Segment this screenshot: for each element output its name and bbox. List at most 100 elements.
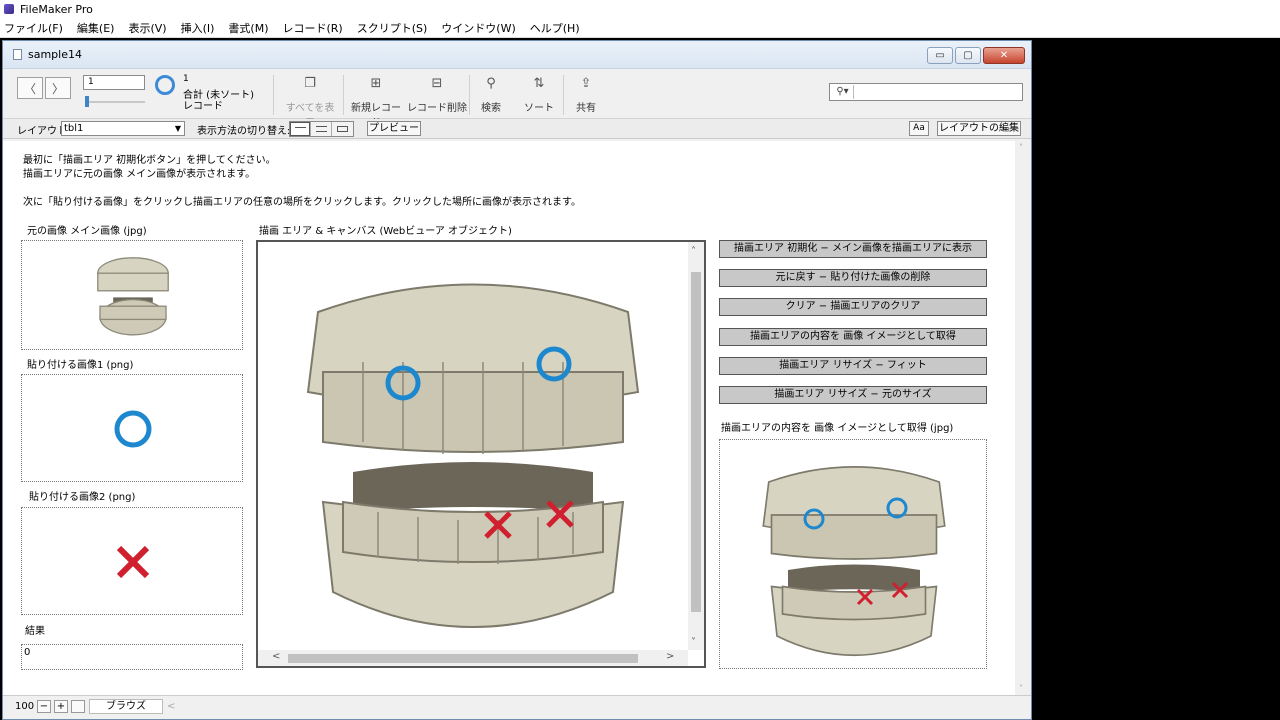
layout-content: 最初に「描画エリア 初期化ボタン」を押してください。 描画エリアに元の画像 メイ…: [3, 141, 1031, 695]
layout-vertical-scrollbar[interactable]: ˄ ˅: [1015, 141, 1031, 695]
capture-image-button[interactable]: 描画エリアの内容を 画像 イメージとして取得: [719, 328, 987, 346]
minimize-button[interactable]: ▭: [927, 47, 953, 64]
menu-format[interactable]: 書式(M): [228, 20, 268, 36]
scroll-down-icon[interactable]: ˅: [1019, 684, 1023, 693]
scroll-right-icon[interactable]: >: [666, 651, 674, 662]
zoom-in-button[interactable]: +: [54, 700, 68, 713]
view-as-list-button[interactable]: [311, 122, 332, 136]
original-image-field[interactable]: [21, 240, 243, 350]
scroll-left-icon[interactable]: <: [272, 651, 280, 662]
sort-icon: ⇅: [533, 76, 545, 91]
sort-button[interactable]: ⇅ ソート: [519, 71, 559, 115]
magnifier-icon: ⚲: [486, 76, 496, 91]
captured-teeth-image: [762, 466, 946, 656]
share-button[interactable]: ⇪ 共有: [569, 71, 603, 115]
menu-help[interactable]: ヘルプ(H): [530, 20, 580, 36]
close-button[interactable]: ✕: [983, 47, 1025, 64]
undo-paste-button[interactable]: 元に戻す − 貼り付けた画像の削除: [719, 269, 987, 287]
formatting-bar-button[interactable]: Aa: [909, 121, 929, 136]
menu-insert[interactable]: 挿入(I): [181, 20, 215, 36]
menu-file[interactable]: ファイル(F): [4, 20, 63, 36]
menu-edit[interactable]: 編集(E): [77, 20, 115, 36]
canvas-vertical-scrollbar[interactable]: ˄ ˅: [688, 242, 704, 650]
window-controls: ▭ ▢ ✕: [927, 47, 1025, 64]
captured-image-label: 描画エリアの内容を 画像 イメージとして取得 (jpg): [721, 423, 954, 434]
view-as-table-button[interactable]: [332, 122, 353, 136]
found-count: 1: [183, 74, 189, 84]
zoom-out-button[interactable]: −: [37, 700, 51, 713]
window-title: sample14: [28, 48, 82, 61]
clear-canvas-button[interactable]: クリア − 描画エリアのクリア: [719, 298, 987, 316]
canvas-horizontal-thumb[interactable]: [288, 654, 638, 663]
original-image-label: 元の画像 メイン画像 (jpg): [27, 226, 147, 237]
teeth-thumbnail-image: [97, 257, 169, 336]
minus-square-icon: ⊟: [431, 76, 443, 91]
menu-view[interactable]: 表示(V): [128, 20, 166, 36]
record-slider-track[interactable]: [85, 101, 145, 103]
delete-record-button[interactable]: ⊟ レコード削除: [407, 71, 467, 115]
paste-image-1-label: 貼り付ける画像1 (png): [27, 360, 134, 371]
layout-select[interactable]: tbl1 ▼: [61, 121, 185, 136]
toggle-toolbar-button[interactable]: [71, 700, 85, 713]
maximize-button[interactable]: ▢: [955, 47, 981, 64]
canvas-horizontal-scrollbar[interactable]: < >: [258, 650, 688, 666]
share-icon: ⇪: [580, 76, 592, 91]
instruction-line-3: 次に「貼り付ける画像」をクリックし描画エリアの任意の場所をクリックします。クリッ…: [23, 197, 581, 208]
paste-image-1-field[interactable]: [21, 374, 243, 482]
table-view-icon: [337, 126, 348, 132]
view-as-buttons: [289, 121, 354, 137]
app-title: FileMaker Pro: [20, 2, 93, 16]
edit-layout-button[interactable]: レイアウトの編集: [937, 121, 1021, 136]
result-field[interactable]: 0: [21, 644, 243, 670]
share-label: 共有: [576, 103, 596, 114]
pie-chart-icon: [155, 75, 175, 95]
plus-square-icon: ⊞: [370, 76, 382, 91]
view-as-form-button[interactable]: [290, 122, 311, 136]
scroll-left-icon[interactable]: <: [167, 701, 175, 712]
record-slider-thumb[interactable]: [85, 96, 89, 107]
paste-image-2-field[interactable]: [21, 507, 243, 615]
record-number-input[interactable]: 1: [83, 75, 145, 90]
toolbar-separator: [469, 75, 470, 115]
resize-fit-button[interactable]: 描画エリア リサイズ − フィット: [719, 357, 987, 375]
red-cross-icon: [116, 545, 150, 579]
find-label: 検索: [481, 103, 501, 114]
menu-window[interactable]: ウインドウ(W): [441, 20, 515, 36]
resize-original-button[interactable]: 描画エリア リサイズ − 元のサイズ: [719, 386, 987, 404]
canvas-web-viewer[interactable]: ˄ ˅ < >: [256, 240, 706, 668]
app-titlebar: FileMaker Pro: [0, 0, 1280, 18]
next-record-button[interactable]: 〉: [45, 77, 71, 99]
canvas-vertical-thumb[interactable]: [691, 272, 701, 612]
toolbar-separator: [563, 75, 564, 115]
paste-image-2-label: 貼り付ける画像2 (png): [29, 492, 136, 503]
scroll-up-icon[interactable]: ˄: [1019, 143, 1023, 152]
toolbar-separator: [273, 75, 274, 115]
desktop-background: [1034, 38, 1280, 720]
mode-popup[interactable]: ブラウズ: [89, 699, 163, 714]
quick-find-input[interactable]: ⚲▾: [829, 83, 1023, 101]
previous-record-button[interactable]: 〈: [17, 77, 43, 99]
preview-button[interactable]: プレビュー: [367, 121, 421, 136]
scroll-down-icon[interactable]: ˅: [691, 637, 696, 648]
find-button[interactable]: ⚲ 検索: [473, 71, 509, 115]
init-canvas-button[interactable]: 描画エリア 初期化 − メイン画像を描画エリアに表示: [719, 240, 987, 258]
instruction-line-2: 描画エリアに元の画像 メイン画像が表示されます。: [23, 169, 256, 180]
zoom-level[interactable]: 100: [15, 701, 34, 712]
view-as-label: 表示方法の切り替え:: [197, 126, 291, 137]
status-bar: 100 − + ブラウズ <: [3, 695, 1031, 719]
toolbar-separator: [343, 75, 344, 115]
canvas-label: 描画 エリア & キャンバス (Webビューア オブジェクト): [259, 226, 512, 237]
chevron-down-icon: ▼: [174, 124, 181, 133]
scroll-up-icon[interactable]: ˄: [691, 246, 696, 257]
canvas-teeth-image[interactable]: [258, 242, 688, 650]
document-icon: [13, 49, 22, 60]
search-icon[interactable]: ⚲▾: [832, 85, 854, 99]
result-label: 結果: [25, 626, 45, 637]
menu-records[interactable]: レコード(R): [282, 20, 342, 36]
layout-bar: レイアウト: tbl1 ▼ 表示方法の切り替え: プレビュー Aa レイアウトの…: [3, 119, 1031, 139]
menu-scripts[interactable]: スクリプト(S): [357, 20, 428, 36]
captured-image-field[interactable]: [719, 439, 987, 669]
instruction-line-1: 最初に「描画エリア 初期化ボタン」を押してください。: [23, 155, 276, 166]
sort-label: ソート: [524, 103, 554, 114]
window-titlebar[interactable]: sample14 ▭ ▢ ✕: [3, 41, 1031, 69]
